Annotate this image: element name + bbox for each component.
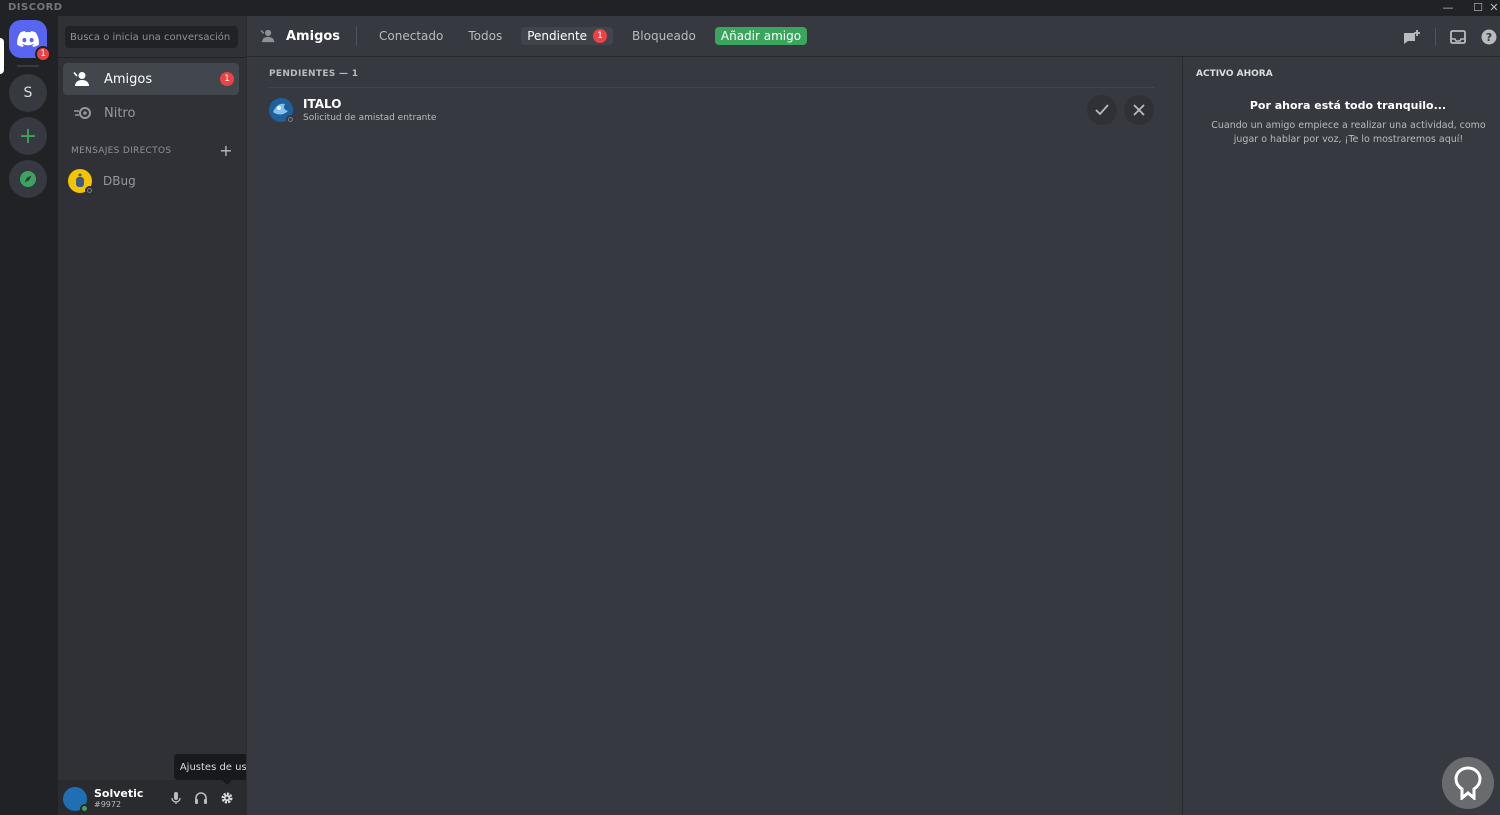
- sidebar-item-label: Amigos: [104, 71, 153, 87]
- dm-section-title: MENSAJES DIRECTOS: [71, 146, 172, 156]
- dm-sidebar: Amigos 1 Nitro MENSAJES DIRECTOS + DBug: [58, 16, 246, 815]
- svg-text:?: ?: [1486, 31, 1492, 44]
- close-icon: [1133, 104, 1145, 116]
- watermark-icon: [1454, 766, 1482, 800]
- tab-all[interactable]: Todos: [462, 27, 508, 45]
- home-button[interactable]: 1: [9, 20, 51, 62]
- ignore-request-button[interactable]: [1124, 95, 1154, 125]
- compass-icon: [20, 171, 36, 187]
- mute-button[interactable]: [167, 789, 185, 807]
- inbox-icon: [1450, 30, 1466, 44]
- pending-user-info: ITALO Solicitud de amistad entrante: [303, 97, 436, 123]
- inbox-button[interactable]: [1449, 28, 1467, 46]
- app-brand: DISCORD: [8, 2, 63, 13]
- sidebar-item-friends[interactable]: Amigos 1: [63, 63, 239, 95]
- plus-icon: +: [18, 123, 38, 149]
- tab-online[interactable]: Conectado: [373, 27, 449, 45]
- friends-icon: [73, 69, 93, 89]
- sidebar-item-label: Nitro: [104, 105, 136, 121]
- list-item[interactable]: ITALO Solicitud de amistad entrante: [269, 89, 1154, 131]
- discord-app: DISCORD — ☐ ✕ 1 S + Amigos 1: [0, 0, 1500, 815]
- dm-item-dbug[interactable]: DBug: [68, 166, 136, 196]
- offline-status-icon: [286, 115, 295, 124]
- new-group-dm-button[interactable]: [1403, 28, 1421, 46]
- tab-blocked[interactable]: Bloqueado: [626, 27, 702, 45]
- tab-label: Pendiente: [527, 29, 588, 43]
- main-panel: Amigos Conectado Todos Pendiente 1 Bloqu…: [246, 16, 1500, 815]
- search-input[interactable]: [65, 26, 238, 48]
- pending-user-name: ITALO: [303, 97, 342, 111]
- server-s[interactable]: S: [9, 74, 47, 112]
- avatar: [269, 98, 295, 124]
- sidebar-item-nitro[interactable]: Nitro: [63, 97, 239, 129]
- check-icon: [1095, 104, 1109, 116]
- discord-logo-icon: [17, 31, 39, 47]
- avatar: [68, 169, 94, 195]
- add-server-button[interactable]: +: [9, 117, 47, 155]
- active-now-heading: Por ahora está todo tranquilo...: [1249, 99, 1447, 112]
- pending-list: PENDIENTES — 1 ITALO Solicitud de amista…: [247, 57, 1183, 815]
- headphones-icon: [195, 792, 207, 804]
- active-now-panel: ACTIVO AHORA Por ahora está todo tranqui…: [1182, 57, 1500, 815]
- online-status-icon: [80, 804, 89, 813]
- user-tag: #9972: [94, 800, 122, 809]
- row-divider: [269, 87, 1154, 88]
- deafen-button[interactable]: [192, 789, 210, 807]
- add-friend-button[interactable]: Añadir amigo: [714, 27, 808, 45]
- help-button[interactable]: ?: [1480, 28, 1498, 46]
- selected-indicator: [0, 38, 4, 74]
- offline-status-icon: [85, 186, 94, 195]
- home-badge: 1: [35, 46, 51, 62]
- pending-user-subtitle: Solicitud de amistad entrante: [303, 113, 437, 123]
- pending-badge: 1: [593, 29, 608, 43]
- server-rail: 1 S +: [0, 16, 58, 815]
- user-settings-button[interactable]: [218, 789, 236, 807]
- microphone-icon: [171, 792, 181, 804]
- bot-icon: [76, 173, 84, 187]
- dm-section-header: MENSAJES DIRECTOS +: [71, 143, 233, 159]
- active-now-description: Cuando un amigo empiece a realizar una a…: [1211, 120, 1486, 145]
- tab-pending[interactable]: Pendiente 1: [521, 27, 614, 45]
- create-dm-button[interactable]: +: [219, 143, 233, 159]
- user-panel: Solvetic #9972: [58, 780, 246, 815]
- minimize-button[interactable]: —: [1438, 0, 1458, 16]
- toolbar-divider: [1435, 28, 1436, 46]
- sidebar-divider: [58, 57, 246, 58]
- page-title: Amigos: [286, 28, 341, 44]
- help-icon: ?: [1481, 29, 1497, 45]
- friends-badge: 1: [220, 72, 234, 86]
- nitro-icon: [73, 103, 93, 123]
- pending-count: PENDIENTES — 1: [269, 69, 359, 79]
- new-message-icon: [1404, 30, 1420, 44]
- close-window-button[interactable]: ✕: [1484, 0, 1500, 16]
- rail-separator: [17, 65, 39, 67]
- accept-request-button[interactable]: [1087, 95, 1117, 125]
- friends-icon: [260, 29, 278, 43]
- username: Solvetic: [94, 787, 144, 800]
- title-bar: DISCORD — ☐ ✕: [0, 0, 1500, 16]
- gear-icon: [221, 792, 233, 804]
- avatar[interactable]: [63, 787, 89, 813]
- header-divider: [356, 26, 358, 46]
- dm-user-name: DBug: [103, 174, 136, 188]
- friends-header: Amigos Conectado Todos Pendiente 1 Bloqu…: [247, 16, 1500, 57]
- watermark-logo: [1442, 757, 1494, 809]
- active-now-title: ACTIVO AHORA: [1196, 69, 1273, 79]
- explore-servers-button[interactable]: [9, 160, 47, 198]
